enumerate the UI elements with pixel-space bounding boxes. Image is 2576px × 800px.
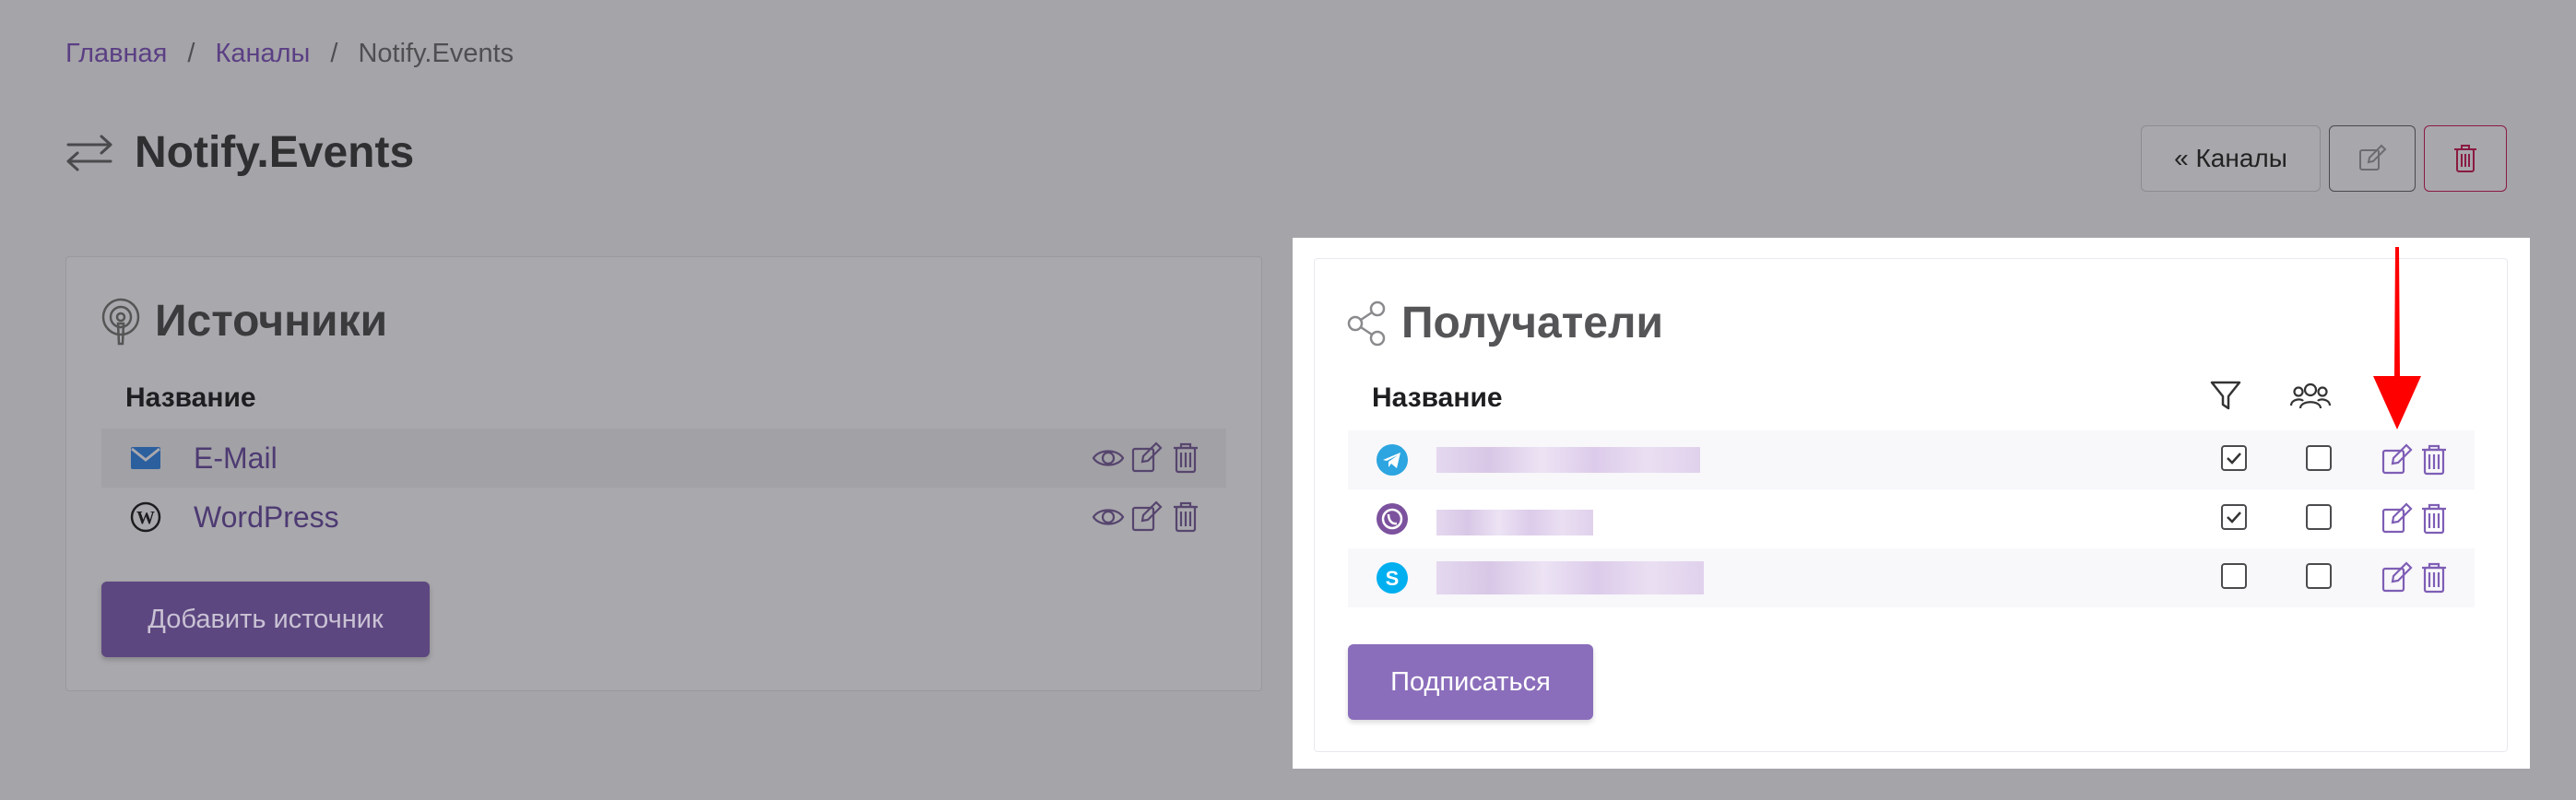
sources-card: Источники Название E-Mail W WordPress До… — [65, 256, 1262, 691]
breadcrumb-separator: / — [187, 39, 195, 68]
top-actions: « Каналы — [2141, 125, 2507, 192]
group-checkbox[interactable] — [2306, 445, 2332, 471]
back-to-channels-button[interactable]: « Каналы — [2141, 125, 2321, 192]
group-checkbox[interactable] — [2306, 563, 2332, 589]
page-header: Notify.Events — [65, 127, 414, 178]
add-source-button[interactable]: Добавить источник — [101, 582, 430, 657]
filter-icon — [2210, 381, 2241, 410]
source-row-email: E-Mail — [101, 429, 1226, 488]
page-title: Notify.Events — [135, 128, 415, 177]
recipient-actions — [2381, 561, 2451, 594]
edit-icon[interactable] — [2381, 502, 2414, 535]
recipient-actions — [2381, 502, 2451, 535]
sources-card-header: Источники — [100, 296, 387, 347]
filter-checkbox[interactable] — [2221, 563, 2247, 589]
podcast-icon — [101, 298, 140, 345]
edit-icon[interactable] — [2381, 561, 2414, 594]
recipient-name-redacted — [1436, 447, 1700, 473]
source-row-wordpress: W WordPress — [101, 488, 1226, 547]
edit-icon — [2359, 144, 2387, 171]
edit-icon[interactable] — [1130, 500, 1164, 534]
trash-icon — [2454, 145, 2476, 172]
sources-column-name: Название — [125, 382, 256, 413]
share-icon — [1347, 300, 1386, 346]
eye-icon[interactable] — [1092, 441, 1125, 475]
edit-channel-button[interactable] — [2329, 125, 2416, 192]
trash-icon[interactable] — [2417, 443, 2451, 476]
users-icon — [2290, 382, 2331, 409]
recipient-row-viber — [1348, 489, 2475, 548]
recipient-name-redacted — [1436, 510, 1593, 535]
svg-text:S: S — [1386, 567, 1400, 590]
group-checkbox[interactable] — [2306, 504, 2332, 530]
svg-text:W: W — [136, 508, 155, 528]
source-name-link[interactable]: WordPress — [194, 500, 339, 535]
annotation-arrow-icon — [2373, 247, 2421, 429]
telegram-icon — [1377, 444, 1408, 476]
source-actions — [1092, 441, 1202, 475]
breadcrumb: Главная / Каналы / Notify.Events — [65, 39, 514, 69]
trash-icon[interactable] — [1169, 500, 1202, 534]
recipient-actions — [2381, 443, 2451, 476]
trash-icon[interactable] — [2417, 502, 2451, 535]
recipient-row-telegram — [1348, 430, 2475, 489]
trash-icon[interactable] — [2417, 561, 2451, 594]
edit-icon[interactable] — [2381, 443, 2414, 476]
eye-icon[interactable] — [1092, 500, 1125, 534]
delete-channel-button[interactable] — [2424, 125, 2507, 192]
recipients-card: Получатели Название S Подписаться — [1314, 258, 2508, 752]
recipients-column-name: Название — [1372, 382, 1503, 413]
recipient-name-redacted — [1436, 561, 1704, 594]
skype-icon: S — [1377, 562, 1408, 594]
recipients-title: Получатели — [1401, 299, 1663, 347]
breadcrumb-current: Notify.Events — [358, 39, 514, 68]
subscribe-button[interactable]: Подписаться — [1348, 644, 1593, 720]
viber-icon — [1377, 503, 1408, 535]
edit-icon[interactable] — [1130, 441, 1164, 475]
source-name-link[interactable]: E-Mail — [194, 441, 278, 476]
filter-checkbox[interactable] — [2221, 504, 2247, 530]
trash-icon[interactable] — [1169, 441, 1202, 475]
exchange-arrows-icon — [66, 135, 112, 171]
recipients-card-header: Получатели — [1346, 298, 1663, 348]
recipient-row-skype: S — [1348, 548, 2475, 607]
filter-checkbox[interactable] — [2221, 445, 2247, 471]
mail-icon — [127, 446, 164, 470]
source-actions — [1092, 500, 1202, 534]
breadcrumb-separator: / — [330, 39, 338, 68]
breadcrumb-channels-link[interactable]: Каналы — [215, 39, 310, 69]
breadcrumb-home-link[interactable]: Главная — [65, 39, 167, 69]
sources-title: Источники — [155, 297, 388, 346]
wordpress-icon: W — [127, 501, 164, 533]
